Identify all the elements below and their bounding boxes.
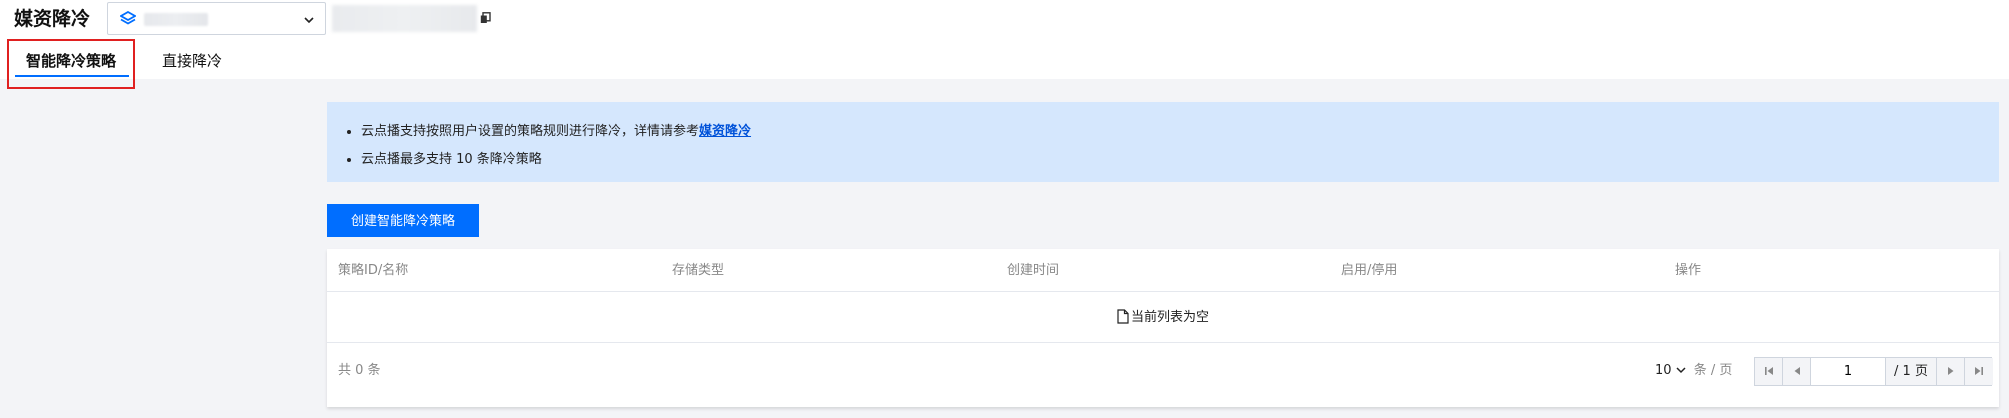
column-header-enable-disable: 启用/停用	[1341, 263, 1398, 278]
page-number-input[interactable]	[1811, 358, 1886, 385]
top-bar: 媒资降冷 智能降冷策略 直接降冷	[0, 0, 2009, 79]
notice-item: 云点播支持按照用户设置的策略规则进行降冷，详情请参考媒资降冷	[347, 118, 751, 146]
total-count: 共 0 条	[338, 363, 381, 378]
last-page-button[interactable]	[1965, 358, 1993, 385]
table-header: 策略ID/名称 存储类型 创建时间 启用/停用 操作	[327, 249, 1999, 292]
page-size-select[interactable]: 10 条 / 页	[1655, 343, 1732, 398]
first-page-icon	[1765, 367, 1773, 375]
pager: / 1 页	[1754, 357, 1993, 386]
pagination-bar: 共 0 条 10 条 / 页 / 1 页	[327, 343, 1999, 398]
notice-item: 云点播最多支持 10 条降冷策略	[347, 146, 751, 174]
page-size-value: 10	[1655, 363, 1672, 378]
chevron-down-icon	[1676, 367, 1686, 374]
empty-state-row: 当前列表为空	[327, 292, 1999, 343]
app-id-text	[332, 5, 477, 32]
column-header-created-time: 创建时间	[1007, 263, 1060, 278]
tab-direct-cooling[interactable]: 直接降冷	[162, 44, 222, 79]
first-page-button[interactable]	[1755, 358, 1783, 385]
info-notice: 云点播支持按照用户设置的策略规则进行降冷，详情请参考媒资降冷 云点播最多支持 1…	[327, 102, 1999, 182]
empty-state: 当前列表为空	[1117, 292, 1209, 343]
app-select-value	[144, 13, 208, 26]
prev-page-button[interactable]	[1783, 358, 1811, 385]
media-cooling-doc-link[interactable]: 媒资降冷	[699, 124, 751, 139]
create-smart-policy-button[interactable]: 创建智能降冷策略	[327, 204, 479, 237]
last-page-icon	[1975, 367, 1983, 375]
copy-icon[interactable]	[480, 12, 491, 24]
document-icon	[1117, 309, 1129, 324]
highlight-annotation-box	[7, 39, 135, 89]
policy-table: 策略ID/名称 存储类型 创建时间 启用/停用 操作 当前列表为空 共 0 条 …	[327, 249, 1999, 407]
total-pages: / 1 页	[1886, 358, 1937, 385]
page-title: 媒资降冷	[14, 8, 91, 30]
empty-state-text: 当前列表为空	[1131, 310, 1210, 325]
column-header-storage-type: 存储类型	[672, 263, 725, 278]
chevron-down-icon	[304, 17, 314, 24]
app-select-dropdown[interactable]	[107, 2, 326, 35]
column-header-policy-id: 策略ID/名称	[338, 263, 409, 278]
column-header-actions: 操作	[1675, 263, 1702, 278]
page-size-unit: 条 / 页	[1693, 363, 1733, 378]
prev-page-icon	[1794, 367, 1800, 375]
layers-icon	[120, 11, 136, 25]
next-page-icon	[1948, 367, 1954, 375]
next-page-button[interactable]	[1937, 358, 1965, 385]
